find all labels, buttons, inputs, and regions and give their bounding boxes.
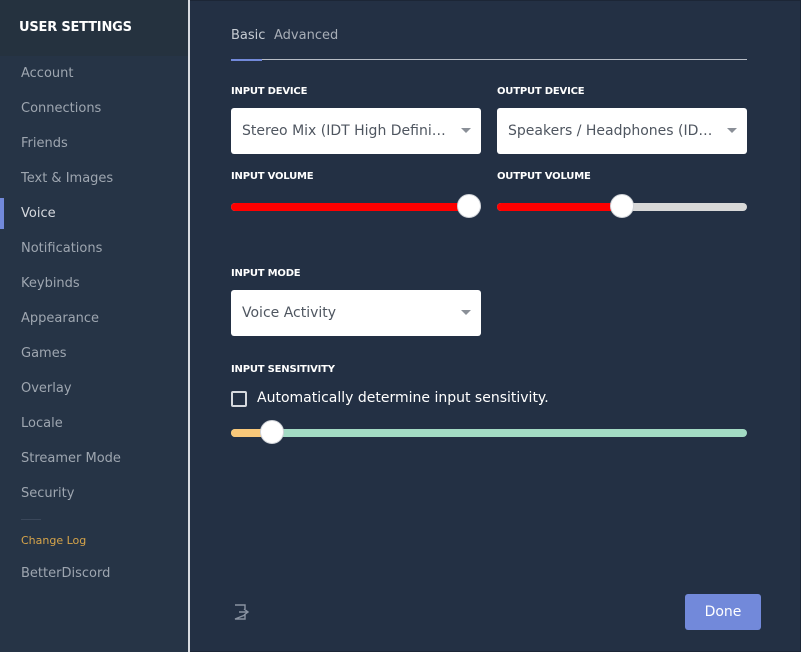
sidebar-item-overlay[interactable]: Overlay: [0, 371, 188, 406]
sidebar-nav: Account Connections Friends Text & Image…: [0, 56, 188, 511]
input-device-label: INPUT DEVICE: [231, 86, 308, 97]
input-device-value: Stereo Mix (IDT High Definiti...: [242, 123, 448, 139]
auto-sensitivity-label: Automatically determine input sensitivit…: [257, 390, 549, 406]
sidebar-item-text-images[interactable]: Text & Images: [0, 161, 188, 196]
tab-basic[interactable]: Basic: [231, 28, 265, 43]
input-sensitivity-handle[interactable]: [260, 420, 284, 444]
chevron-down-icon: [461, 310, 471, 315]
sidebar-item-account[interactable]: Account: [0, 56, 188, 91]
sidebar-item-notifications[interactable]: Notifications: [0, 231, 188, 266]
exit-icon[interactable]: [232, 603, 250, 621]
output-volume-label: OUTPUT VOLUME: [497, 171, 591, 182]
input-volume-fill: [231, 203, 469, 211]
sidebar-divider: [21, 519, 41, 520]
output-volume-handle[interactable]: [610, 194, 634, 218]
input-sensitivity-slider[interactable]: [231, 420, 747, 444]
output-device-select[interactable]: Speakers / Headphones (IDT ...: [497, 108, 747, 154]
sidebar-item-keybinds[interactable]: Keybinds: [0, 266, 188, 301]
sidebar-item-change-log[interactable]: Change Log: [21, 534, 86, 547]
output-volume-fill: [497, 203, 622, 211]
input-volume-handle[interactable]: [457, 194, 481, 218]
auto-sensitivity-checkbox[interactable]: [231, 391, 247, 407]
input-mode-select[interactable]: Voice Activity: [231, 290, 481, 336]
sidebar-item-appearance[interactable]: Appearance: [0, 301, 188, 336]
sidebar-item-voice[interactable]: Voice: [0, 196, 188, 231]
tab-advanced[interactable]: Advanced: [274, 28, 338, 43]
output-device-value: Speakers / Headphones (IDT ...: [508, 123, 720, 139]
output-volume-slider[interactable]: [497, 194, 747, 218]
input-sensitivity-label: INPUT SENSITIVITY: [231, 364, 335, 375]
sidebar-item-games[interactable]: Games: [0, 336, 188, 371]
input-volume-label: INPUT VOLUME: [231, 171, 314, 182]
sidebar-title: USER SETTINGS: [19, 20, 132, 35]
done-button[interactable]: Done: [685, 594, 761, 630]
chevron-down-icon: [461, 128, 471, 133]
input-mode-value: Voice Activity: [242, 305, 337, 321]
input-mode-label: INPUT MODE: [231, 268, 301, 279]
sidebar-item-locale[interactable]: Locale: [0, 406, 188, 441]
sidebar-item-friends[interactable]: Friends: [0, 126, 188, 161]
sidebar-item-betterdiscord[interactable]: BetterDiscord: [21, 566, 110, 581]
input-device-select[interactable]: Stereo Mix (IDT High Definiti...: [231, 108, 481, 154]
output-device-label: OUTPUT DEVICE: [497, 86, 585, 97]
input-sensitivity-track: [231, 429, 747, 437]
settings-tabs: Basic Advanced: [231, 27, 747, 61]
chevron-down-icon: [727, 128, 737, 133]
sidebar: USER SETTINGS Account Connections Friend…: [0, 0, 190, 652]
active-tab-indicator: [231, 59, 262, 61]
sidebar-item-security[interactable]: Security: [0, 476, 188, 511]
sidebar-item-streamer-mode[interactable]: Streamer Mode: [0, 441, 188, 476]
sidebar-item-connections[interactable]: Connections: [0, 91, 188, 126]
input-volume-slider[interactable]: [231, 194, 481, 218]
